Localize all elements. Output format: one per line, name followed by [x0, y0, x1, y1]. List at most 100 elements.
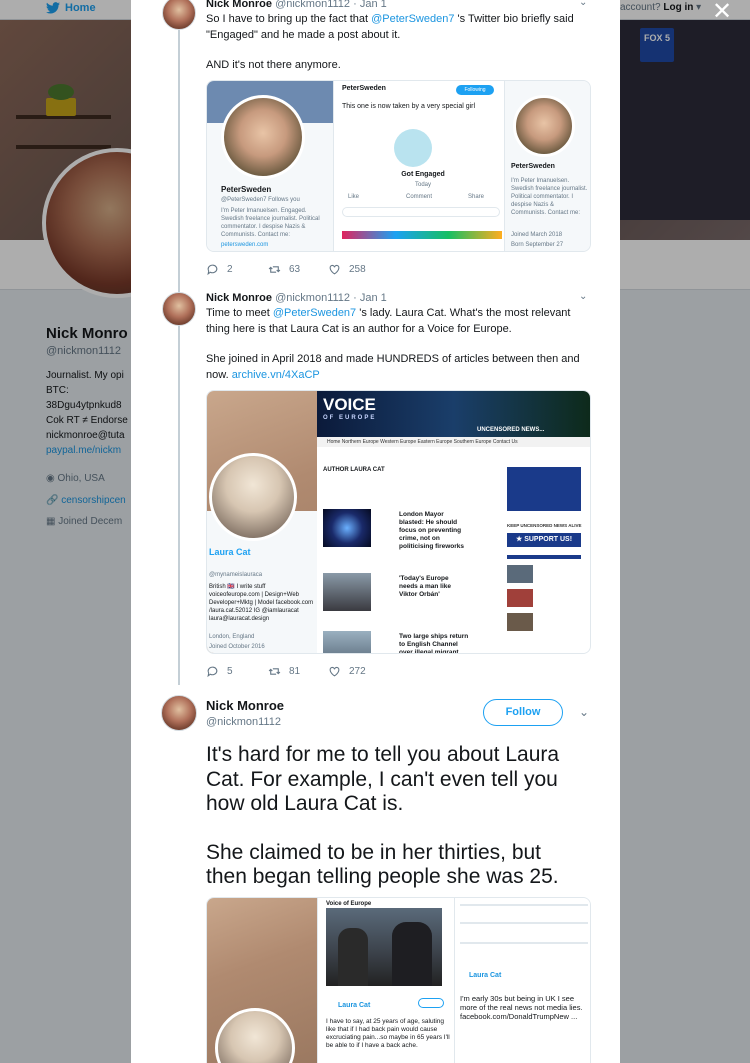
engaged-heart-icon [394, 129, 432, 167]
screenshot-bio: I'm Peter Imanuelsen. Engaged. Swedish f… [221, 208, 320, 238]
reply-button[interactable]: 2 [206, 263, 268, 276]
screenshot-name: Laura Cat [209, 547, 251, 557]
screenshot-replies: Laura Cat I'm early 30s but being in UK … [454, 898, 590, 1063]
retweet-count: 63 [289, 264, 301, 275]
reply-count: 5 [227, 666, 233, 677]
tweet-author-handle[interactable]: @nickmon1112 [275, 0, 350, 10]
support-banner: ★ SUPPORT US! [507, 533, 581, 547]
article-title: 'Today's Europe needs a man like Viktor … [399, 575, 452, 598]
screenshot-right-author: Laura Cat [469, 972, 502, 979]
tweet-modal: Nick Monroe @nickmon1112 · Jan 1 ⌄ So I … [131, 0, 620, 1063]
tweet-avatar[interactable] [162, 0, 196, 30]
tweet-author-name[interactable]: Nick Monroe [206, 0, 272, 10]
screenshot-handle: @mynameislauraca [209, 572, 263, 578]
screenshot-following-badge: Following [456, 85, 494, 95]
tweet-author-handle[interactable]: @nickmon1112 [275, 292, 350, 304]
screenshot-right-joined: Joined March 2018 [511, 232, 563, 238]
follow-button[interactable]: Follow [483, 699, 563, 726]
reply-divider [460, 904, 588, 906]
site-header: VOICE OF EUROPE UNCENSORED NEWS... [317, 391, 590, 437]
screenshot-right-name: PeterSweden [511, 163, 555, 170]
screenshot-event: Got Engaged [401, 171, 445, 178]
reply-button[interactable]: 5 [206, 665, 268, 678]
screenshot-profile-card: Laura Cat @mynameislauraca British 🇬🇧 I … [207, 391, 317, 653]
screenshot-profile-card [207, 898, 317, 1063]
tweet-date[interactable]: · Jan 1 [353, 0, 387, 10]
screenshot-tweet: Voice of Europe Laura Cat I have to say,… [317, 898, 454, 1063]
reply-icon [207, 264, 218, 276]
tweet-date[interactable]: · Jan 1 [353, 292, 387, 304]
close-icon[interactable]: ✕ [712, 0, 732, 26]
tweet-paragraph: It's hard for me to tell you about Laura… [206, 743, 560, 815]
screenshot-post-name: PeterSweden [342, 85, 386, 92]
sidebar-head: KEEP UNCENSORED NEWS ALIVE [507, 523, 582, 528]
screenshot-avatar [221, 95, 305, 179]
screenshot-follow [418, 998, 444, 1008]
heart-icon [329, 666, 340, 677]
screenshot-avatar [215, 1008, 295, 1063]
screenshot-post: PeterSweden Following This one is now ta… [333, 81, 505, 251]
screenshot-right-born: Born September 27 [511, 242, 564, 248]
mention-link[interactable]: @PeterSweden7 [371, 13, 454, 25]
like-button[interactable]: 272 [328, 665, 390, 678]
tweet-avatar[interactable] [162, 292, 196, 326]
site-logo-sub: OF EUROPE [323, 415, 377, 421]
tweet-author-handle[interactable]: @nickmon1112 [206, 716, 281, 728]
screenshot-reactions [342, 231, 502, 239]
tweet-media-image[interactable]: Laura Cat @mynameislauraca British 🇬🇧 I … [206, 390, 591, 654]
sidebar-ad [507, 467, 581, 511]
screenshot-joined: Joined October 2016 [209, 644, 265, 650]
archive-link[interactable]: archive.vn/4XaCP [232, 369, 320, 381]
site-banner-text: UNCENSORED NEWS... [477, 427, 545, 433]
tweet-media-image[interactable]: Voice of Europe Laura Cat I have to say,… [206, 897, 591, 1063]
screenshot-quote: I have to say, at 25 years of age, salut… [326, 1018, 450, 1049]
chevron-down-icon[interactable]: ⌄ [579, 0, 587, 8]
sidebar-thumb [507, 565, 533, 583]
tweet-text-part: Time to meet [206, 307, 273, 319]
article-thumbnail [323, 509, 371, 547]
screenshot-name: PeterSweden [221, 185, 272, 194]
like-count: 258 [349, 264, 366, 275]
tweet-text: So I have to bring up the fact that @Pet… [206, 12, 581, 74]
site-logo: VOICE OF EUROPE [323, 395, 376, 421]
screenshot-right-quote: I'm early 30s but being in UK I see more… [460, 994, 583, 1021]
screenshot-comment: Comment [406, 194, 433, 200]
reply-icon [207, 666, 218, 678]
sidebar-thumb [507, 589, 533, 607]
reply-divider [460, 922, 588, 924]
site-logo-text: VOICE [323, 395, 376, 414]
retweet-button[interactable]: 81 [268, 665, 328, 678]
tweet-paragraph: Time to meet @PeterSweden7 's lady. Laur… [206, 306, 581, 337]
screenshot-website: VOICE OF EUROPE UNCENSORED NEWS... Home N… [317, 391, 590, 654]
tweet-author-name[interactable]: Nick Monroe [206, 698, 284, 713]
screenshot-profile-right: PeterSweden I'm Peter Imanuelsen. Swedis… [505, 81, 590, 251]
tweet-avatar[interactable] [161, 695, 197, 731]
screenshot-profile-card: PeterSweden @PeterSweden7 Follows you I'… [207, 81, 333, 251]
tweet-actions: 5 81 272 [206, 665, 390, 678]
screenshot-like: Like [348, 194, 360, 200]
heart-icon [329, 264, 340, 275]
thread-line [178, 30, 180, 685]
retweet-icon [268, 266, 281, 273]
tweet-header: Nick Monroe @nickmon1112 · Jan 1 [206, 0, 387, 10]
retweet-icon [268, 668, 281, 675]
screenshot-share: Share [468, 194, 485, 200]
tweet-author-name[interactable]: Nick Monroe [206, 292, 272, 304]
chevron-down-icon[interactable]: ⌄ [579, 705, 589, 719]
article-title: London Mayor blasted: He should focus on… [399, 511, 465, 550]
tweet-media-image[interactable]: PeterSweden @PeterSweden7 Follows you I'… [206, 80, 591, 252]
person-figure [392, 922, 432, 986]
reply-divider [460, 942, 588, 944]
retweet-button[interactable]: 63 [268, 263, 328, 276]
article-title: Two large ships return to English Channe… [399, 633, 469, 654]
chevron-down-icon[interactable]: ⌄ [579, 291, 587, 302]
tweet-paragraph: AND it's not there anymore. [206, 59, 341, 71]
tweet-paragraph: So I have to bring up the fact that @Pet… [206, 12, 581, 43]
like-button[interactable]: 258 [328, 263, 390, 276]
screenshot-author: Laura Cat [338, 1002, 371, 1009]
screenshot-avatar [209, 453, 297, 541]
site-sidebar: KEEP UNCENSORED NEWS ALIVE ★ SUPPORT US! [507, 467, 583, 653]
article-thumbnail [323, 573, 371, 611]
screenshot-comment-box [342, 207, 500, 217]
mention-link[interactable]: @PeterSweden7 [273, 307, 356, 319]
